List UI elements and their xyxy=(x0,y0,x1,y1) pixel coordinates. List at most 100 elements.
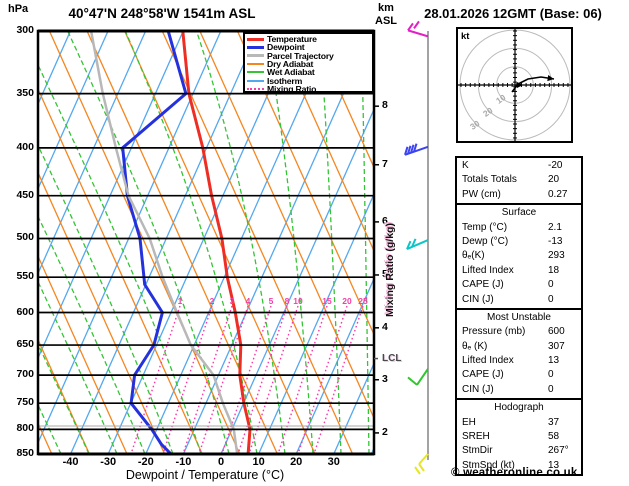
table-section: Hodograph EH 37 SREH 58 StmDir 267° StmSpd (kt)… xyxy=(457,398,581,474)
pressure-tick-label: 350 xyxy=(16,86,34,99)
skewt-sounding-page: hPa 40°47'N 248°58'W 1541m ASL km ASL 28… xyxy=(0,0,629,486)
pressure-tick-label: 650 xyxy=(16,338,34,351)
table-row-label: StmDir xyxy=(462,445,493,457)
legend-swatch xyxy=(247,45,264,49)
wind-barb-check xyxy=(407,368,429,386)
table-row-value: -20 xyxy=(548,160,563,171)
table-row-value: 0 xyxy=(548,279,554,291)
table-row-label: CIN (J) xyxy=(462,383,494,395)
mixing-ratio-line xyxy=(248,305,299,453)
table-row-value: 0.27 xyxy=(548,188,568,200)
table-row-label: θₑ(K) xyxy=(462,250,485,262)
legend-item-mixing-ratio: Mixing Ratio xyxy=(247,83,372,94)
table-row-label: K xyxy=(462,160,469,171)
pressure-tick-label: 550 xyxy=(16,270,34,283)
pressure-tick-label: 850 xyxy=(16,447,34,459)
pressure-axis-unit-label: hPa xyxy=(8,3,29,15)
table-row-label: CAPE (J) xyxy=(462,369,504,381)
table-row: EH 37 xyxy=(457,416,581,430)
mixing-ratio-value-label: 10 xyxy=(293,296,303,306)
pressure-tick-label: 450 xyxy=(16,188,34,201)
mixing-ratio-line xyxy=(182,305,233,453)
table-row: Lifted Index 13 xyxy=(457,354,581,368)
table-row-label: PW (cm) xyxy=(462,188,501,200)
wet-adiabat-line xyxy=(621,28,629,454)
temp-tick-label: -30 xyxy=(100,456,117,468)
table-row-label: θₑ (K) xyxy=(462,340,488,352)
mixing-ratio-value-label: 2 xyxy=(209,296,215,306)
table-row: StmDir 267° xyxy=(457,444,581,458)
pressure-tick-label: 400 xyxy=(16,140,34,153)
page-title: 40°47'N 248°58'W 1541m ASL xyxy=(68,6,256,21)
table-row: K -20 xyxy=(457,159,581,173)
chart-legend: Temperature Dewpoint Parcel Trajectory Dry … xyxy=(243,32,374,94)
table-row: SREH 58 xyxy=(457,430,581,444)
table-row-label: SREH xyxy=(462,431,490,443)
table-row-value: 2.1 xyxy=(548,221,562,233)
table-row-label: Dewp (°C) xyxy=(462,235,509,247)
legend-swatch xyxy=(247,37,264,41)
legend-swatch xyxy=(247,54,264,58)
legend-swatch xyxy=(247,87,264,90)
temp-tick-label: 0 xyxy=(217,456,225,468)
x-axis-label: Dewpoint / Temperature (°C) xyxy=(125,468,285,482)
table-row-label: Lifted Index xyxy=(462,355,514,367)
table-row: CAPE (J) 0 xyxy=(457,278,581,292)
indices-table: K -20 Totals Totals 20 PW (cm) 0.27 Surface Tem… xyxy=(455,156,583,477)
table-row-value: 0 xyxy=(548,293,554,305)
pressure-tick-label: 700 xyxy=(16,368,34,381)
km-tick-label: 2 xyxy=(382,425,388,438)
table-row-value: 600 xyxy=(548,326,565,338)
pressure-tick-label: 600 xyxy=(16,305,34,318)
km-tick-label: 8 xyxy=(382,99,388,112)
legend-swatch xyxy=(247,71,264,74)
table-section-header: Surface xyxy=(501,207,537,219)
table-row-value: 58 xyxy=(548,431,560,443)
table-row-value: 0 xyxy=(548,369,554,381)
km-tick-label: 7 xyxy=(382,157,388,170)
table-row: CAPE (J) 0 xyxy=(457,368,581,382)
table-row: CIN (J) 0 xyxy=(457,383,581,397)
table-row-value: 0 xyxy=(548,383,554,395)
temp-tick-label: 10 xyxy=(252,456,265,468)
mixing-ratio-line xyxy=(162,305,213,453)
table-row-value: 307 xyxy=(548,340,565,352)
table-row: Totals Totals 20 xyxy=(457,173,581,187)
mixing-ratio-line xyxy=(237,305,288,453)
table-row-label: CIN (J) xyxy=(462,293,494,305)
temp-tick-label: 20 xyxy=(290,456,303,468)
table-row: Pressure (mb) 600 xyxy=(457,325,581,339)
mixing-ratio-value-label: 15 xyxy=(322,296,332,306)
table-row: Dewp (°C) -13 xyxy=(457,235,581,249)
copyright-credit: © weatheronline.co.uk xyxy=(451,467,578,479)
table-row: Temp (°C) 2.1 xyxy=(457,221,581,235)
table-row: CIN (J) 0 xyxy=(457,293,581,307)
mixing-ratio-value-label: 1 xyxy=(177,296,183,306)
temp-tick-label: -40 xyxy=(62,456,79,468)
temp-tick-label: 30 xyxy=(327,456,340,468)
temp-tick-label: -10 xyxy=(175,456,192,468)
pressure-tick-label: 750 xyxy=(16,396,34,409)
legend-item-label: Mixing Ratio xyxy=(267,83,317,94)
table-section-header: Most Unstable xyxy=(487,311,551,323)
table-row-value: 37 xyxy=(548,416,560,428)
table-row-value: 13 xyxy=(548,355,560,367)
mixing-ratio-line xyxy=(297,305,348,453)
temp-tick-label: -20 xyxy=(137,456,154,468)
table-row: PW (cm) 0.27 xyxy=(457,188,581,202)
wet-adiabat-line xyxy=(593,28,601,454)
wind-barb-flag xyxy=(407,20,429,38)
table-row-label: CAPE (J) xyxy=(462,279,504,291)
table-row-value: 293 xyxy=(548,250,565,262)
hodograph-unit-label: kt xyxy=(461,31,470,42)
table-row-label: Pressure (mb) xyxy=(462,326,526,338)
table-row-value: 18 xyxy=(548,264,560,276)
pressure-tick-label: 800 xyxy=(16,422,34,435)
mixing-ratio-value-label: 25 xyxy=(358,296,368,306)
pressure-tick-label: 300 xyxy=(16,24,34,36)
mixing-ratio-value-label: 4 xyxy=(245,296,251,306)
lcl-marker-label: LCL xyxy=(382,353,402,364)
legend-swatch xyxy=(247,79,264,82)
wind-barb-two xyxy=(406,238,429,251)
table-row: θₑ(K) 293 xyxy=(457,249,581,263)
